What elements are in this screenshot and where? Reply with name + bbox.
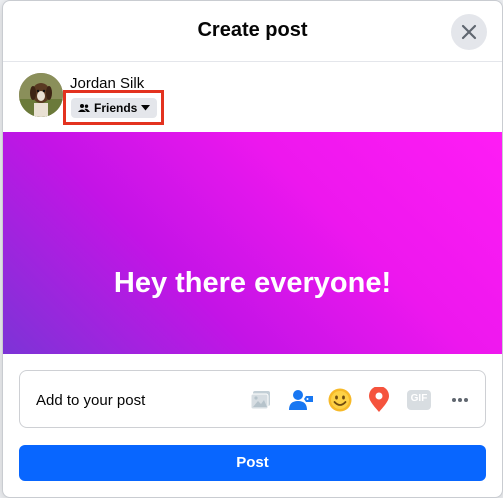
dialog-header: Create post — [3, 1, 502, 62]
close-icon — [461, 24, 477, 40]
create-post-dialog: Create post Jordan Silk Friends Hey ther… — [2, 0, 503, 498]
post-button[interactable]: Post — [19, 445, 486, 481]
gif-button[interactable]: GIF — [404, 385, 434, 415]
close-button[interactable] — [451, 14, 487, 50]
dialog-title: Create post — [197, 19, 308, 41]
post-background-banner[interactable]: Hey there everyone! — [3, 132, 502, 354]
check-in-icon — [369, 387, 389, 412]
feeling-activity-button[interactable] — [325, 385, 355, 415]
feeling-activity-icon — [328, 388, 352, 412]
tag-people-icon — [289, 390, 313, 410]
post-author: Jordan Silk Friends — [19, 73, 319, 125]
photo-video-button[interactable] — [246, 385, 276, 415]
tag-people-button[interactable] — [286, 385, 316, 415]
caret-down-icon — [141, 105, 151, 111]
post-text[interactable]: Hey there everyone! — [3, 267, 502, 300]
photo-video-icon — [250, 391, 270, 410]
gif-label: GIF — [410, 393, 428, 404]
add-to-post-label: Add to your post — [36, 392, 146, 409]
avatar[interactable] — [19, 73, 63, 117]
check-in-button[interactable] — [364, 385, 394, 415]
dog-avatar-image — [19, 73, 63, 117]
friends-icon — [78, 104, 90, 112]
privacy-highlight-box: Friends — [63, 90, 164, 125]
privacy-label: Friends — [94, 101, 138, 115]
more-options-button[interactable] — [445, 385, 475, 415]
more-icon — [452, 398, 468, 402]
add-to-post-bar: Add to your post GIF — [19, 370, 486, 428]
privacy-selector-button[interactable]: Friends — [71, 98, 158, 118]
